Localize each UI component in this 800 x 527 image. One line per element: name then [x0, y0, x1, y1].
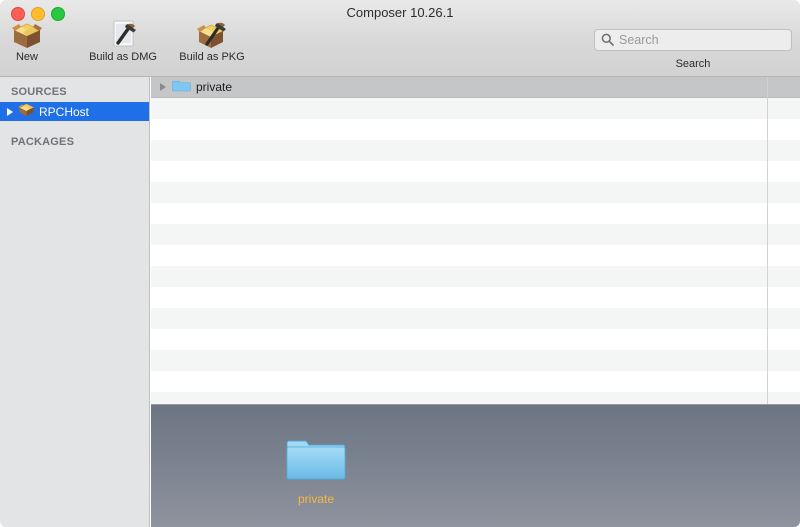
search-toolbar-label: Search — [594, 58, 792, 70]
search-container: Search — [594, 29, 792, 51]
table-row[interactable] — [151, 266, 800, 287]
sidebar-section-sources: SOURCES — [0, 85, 149, 99]
new-button-label: New — [2, 51, 52, 64]
table-row[interactable] — [151, 371, 800, 392]
sidebar: SOURCES RPCHost PACKAGES — [0, 77, 150, 527]
build-as-pkg-button[interactable]: Build as PKG — [167, 18, 257, 64]
table-row[interactable] — [151, 140, 800, 161]
file-row-label: private — [196, 80, 232, 94]
sidebar-section-packages: PACKAGES — [0, 135, 149, 149]
chevron-right-icon[interactable] — [7, 108, 13, 116]
sidebar-item-rpchost[interactable]: RPCHost — [0, 102, 149, 121]
table-row[interactable] — [151, 350, 800, 371]
new-button[interactable]: New — [2, 18, 52, 64]
table-row[interactable] — [151, 245, 800, 266]
build-as-pkg-label: Build as PKG — [167, 51, 257, 64]
package-hammer-icon — [167, 18, 257, 50]
table-row[interactable] — [151, 287, 800, 308]
file-row-private[interactable]: private — [151, 77, 800, 98]
table-row[interactable] — [151, 161, 800, 182]
toolbar: Composer 10.26.1 New — [0, 0, 800, 77]
table-row[interactable] — [151, 392, 800, 404]
table-row[interactable] — [151, 224, 800, 245]
search-placeholder: Search — [619, 32, 659, 48]
folder-icon — [172, 78, 191, 97]
package-box-icon — [2, 18, 52, 50]
folder-icon — [285, 470, 347, 487]
file-list: private — [151, 77, 800, 404]
table-row[interactable] — [151, 182, 800, 203]
sidebar-item-label: RPCHost — [39, 105, 89, 119]
table-row[interactable] — [151, 98, 800, 119]
table-row[interactable] — [151, 329, 800, 350]
table-row[interactable] — [151, 203, 800, 224]
search-icon — [601, 33, 614, 51]
document-hammer-icon — [78, 18, 168, 50]
build-as-dmg-label: Build as DMG — [78, 51, 168, 64]
inspector-panel: private Owner: Group: Everyone: root (0)… — [151, 404, 800, 527]
column-divider[interactable] — [767, 77, 768, 404]
file-preview: private — [256, 433, 376, 506]
chevron-right-icon[interactable] — [160, 83, 166, 91]
package-box-icon — [18, 102, 35, 122]
file-preview-label: private — [256, 492, 376, 506]
build-as-dmg-button[interactable]: Build as DMG — [78, 18, 168, 64]
table-row[interactable] — [151, 308, 800, 329]
composer-window: Composer 10.26.1 New — [0, 0, 800, 527]
table-row[interactable] — [151, 119, 800, 140]
